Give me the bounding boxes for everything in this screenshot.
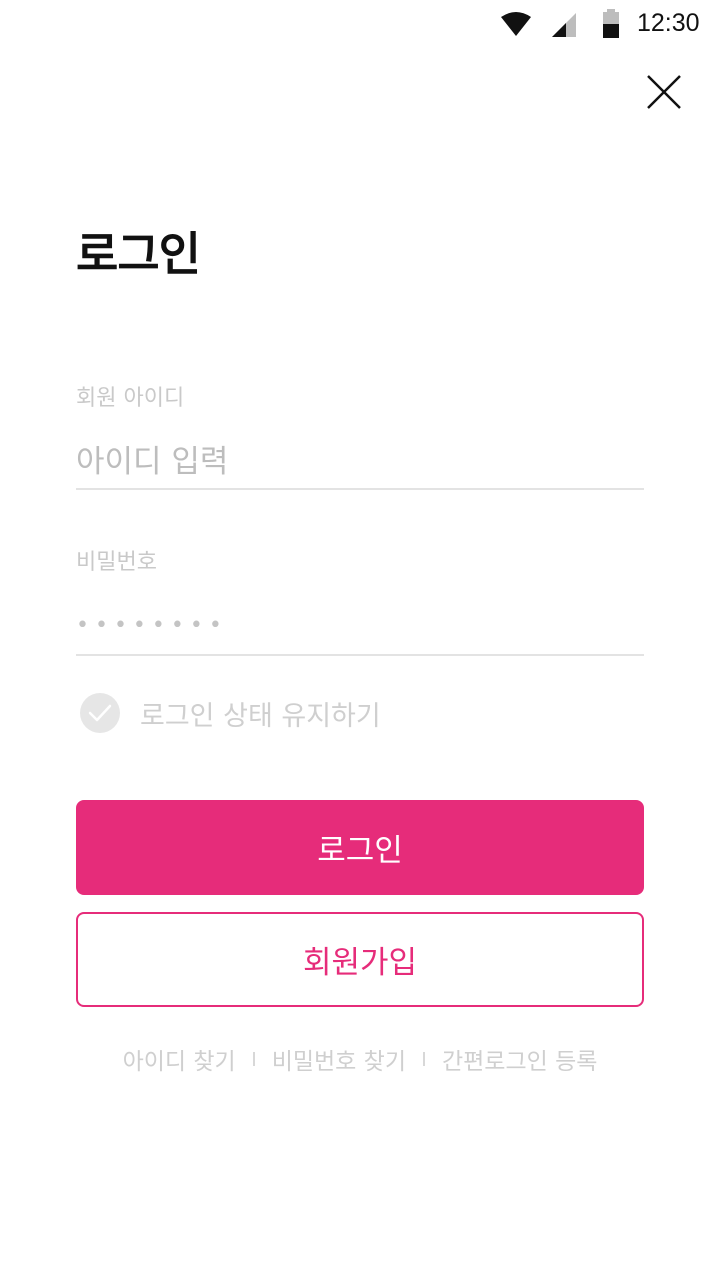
- status-bar: 12:30: [0, 0, 720, 50]
- register-easy-login-link[interactable]: 간편로그인 등록: [442, 1042, 597, 1076]
- close-button[interactable]: [640, 68, 688, 116]
- keep-login-label: 로그인 상태 유지하기: [140, 700, 381, 732]
- wifi-icon: [500, 10, 532, 42]
- check-circle-icon: [80, 693, 120, 733]
- status-time: 12:30: [637, 9, 700, 37]
- cellular-signal-icon: [550, 12, 578, 42]
- login-button[interactable]: 로그인: [76, 800, 644, 895]
- password-field: 비밀번호 ••••••••: [76, 544, 644, 656]
- close-icon: [647, 75, 681, 109]
- find-password-link[interactable]: 비밀번호 찾기: [272, 1042, 406, 1076]
- password-field-underline: [76, 654, 644, 656]
- account-links: 아이디 찾기 비밀번호 찾기 간편로그인 등록: [0, 1042, 720, 1076]
- signup-button[interactable]: 회원가입: [76, 912, 644, 1007]
- find-id-link[interactable]: 아이디 찾기: [123, 1042, 236, 1076]
- id-field-label: 회원 아이디: [76, 386, 185, 411]
- page-title: 로그인: [76, 227, 201, 281]
- password-input[interactable]: ••••••••: [76, 606, 644, 654]
- id-input[interactable]: [76, 436, 644, 488]
- id-field-underline: [76, 488, 644, 490]
- link-divider: [422, 1052, 425, 1066]
- id-field: 회원 아이디: [76, 380, 644, 490]
- battery-icon: [602, 9, 620, 43]
- link-divider: [252, 1052, 255, 1066]
- password-field-label: 비밀번호: [76, 550, 157, 575]
- keep-login-checkbox[interactable]: 로그인 상태 유지하기: [80, 692, 381, 734]
